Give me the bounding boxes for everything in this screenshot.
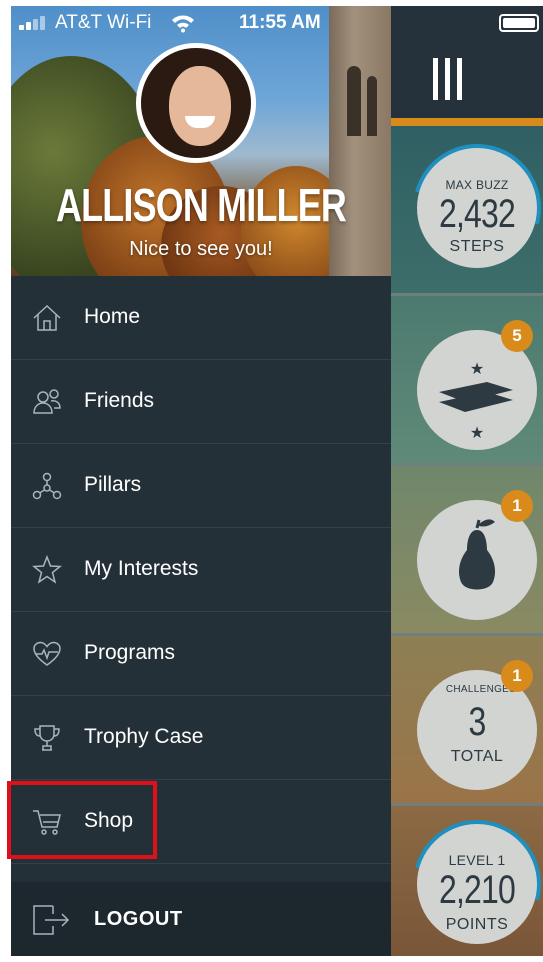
status-bar: AT&T Wi-Fi 11:55 AM [11, 6, 543, 40]
wifi-icon [172, 15, 194, 33]
menu-item-pillars[interactable]: Pillars [11, 444, 391, 528]
menu-item-label: Trophy Case [84, 725, 204, 748]
menu-item-label: Pillars [84, 473, 142, 496]
menu-item-friends[interactable]: Friends [11, 360, 391, 444]
level-value: 2,210 [438, 868, 516, 912]
max-buzz-title: MAX BUZZ [445, 178, 509, 192]
max-buzz-unit: STEPS [449, 238, 505, 255]
level-tile[interactable]: LEVEL 1 2,210 POINTS [389, 796, 543, 956]
pillars-badge: 5 [501, 320, 533, 352]
nutrition-tile[interactable]: 1 [391, 466, 543, 636]
signal-strength-icon [19, 16, 51, 30]
challenges-value: 3 [468, 700, 487, 744]
menu-item-label: Friends [84, 389, 155, 412]
menu-item-my-interests[interactable]: My Interests [11, 528, 391, 612]
trophy-icon [34, 725, 60, 751]
star-icon [31, 554, 63, 584]
friends-icon [33, 389, 61, 414]
logout-label: LOGOUT [94, 908, 183, 930]
challenges-unit: TOTAL [450, 748, 504, 765]
menu-item-trophy-case[interactable]: Trophy Case [11, 696, 391, 780]
shop-highlight-box [7, 781, 157, 859]
pillars-tile[interactable]: 5 ★ ★ [391, 296, 543, 466]
svg-text:★: ★ [470, 361, 484, 378]
menu-item-home[interactable]: Home [11, 276, 391, 360]
max-buzz-value: 2,432 [438, 192, 516, 236]
accent-divider [391, 118, 543, 126]
menu-bars-icon [433, 58, 463, 100]
pillars-icon [32, 472, 62, 500]
challenges-tile[interactable]: 1 CHALLENGES 3 TOTAL [391, 636, 543, 806]
logout-icon [33, 905, 70, 935]
user-name: ALLISON MILLER [55, 179, 347, 231]
svg-text:★: ★ [470, 425, 484, 442]
level-unit: POINTS [445, 916, 509, 933]
battery-icon [499, 14, 539, 32]
menu-item-label: My Interests [84, 557, 199, 580]
home-icon [33, 304, 61, 331]
tower-image [329, 6, 391, 276]
menu-item-label: Home [84, 305, 141, 328]
logout-button[interactable]: LOGOUT [11, 882, 391, 956]
heart-pulse-icon [33, 641, 61, 666]
max-buzz-tile[interactable]: MAX BUZZ 2,432 STEPS [389, 120, 543, 296]
menu-toggle-button[interactable] [391, 40, 543, 120]
nutrition-badge: 1 [501, 490, 533, 522]
greeting-text: Nice to see you! [129, 238, 273, 260]
level-circle: LEVEL 1 2,210 POINTS [417, 824, 537, 944]
clock: 11:55 AM [239, 12, 321, 33]
menu-item-programs[interactable]: Programs [11, 612, 391, 696]
carrier-name: AT&T Wi-Fi [55, 12, 152, 33]
level-title: LEVEL 1 [448, 852, 506, 868]
max-buzz-circle: MAX BUZZ 2,432 STEPS [417, 148, 537, 268]
menu-item-label: Programs [84, 641, 176, 664]
challenges-badge: 1 [501, 660, 533, 692]
avatar[interactable] [136, 43, 256, 163]
